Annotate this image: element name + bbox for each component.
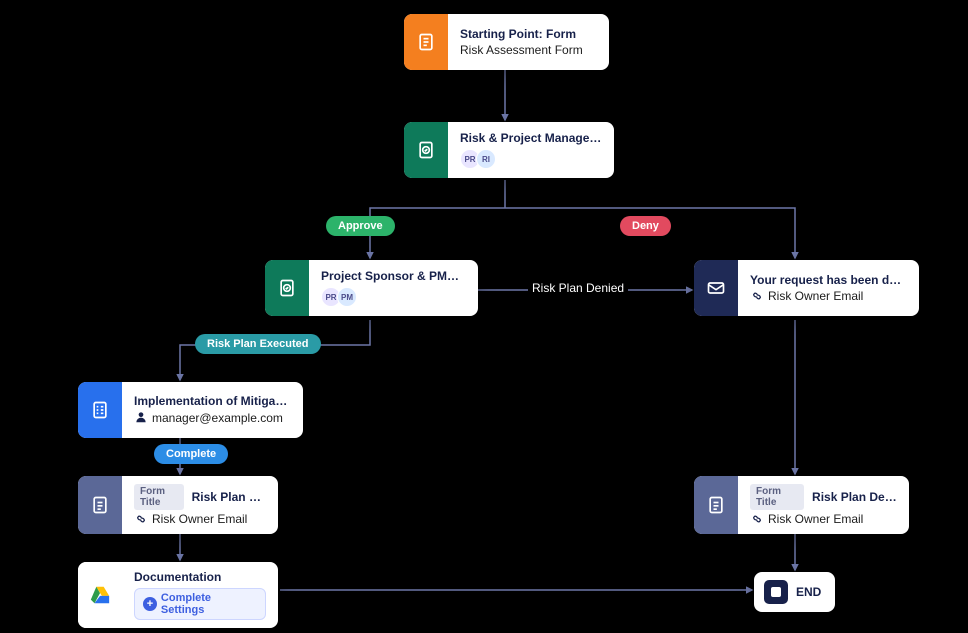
- avatar: PM: [337, 287, 357, 307]
- node-start[interactable]: Starting Point: Form Risk Assessment For…: [404, 14, 609, 70]
- plus-icon: +: [143, 597, 157, 611]
- node-approval-1[interactable]: Risk & Project Manager Appr... PR RI: [404, 122, 614, 178]
- avatar: RI: [476, 149, 496, 169]
- connectors: [0, 0, 968, 633]
- email-icon: [694, 260, 738, 316]
- link-icon: [134, 512, 151, 526]
- node-title: Project Sponsor & PMO Acti...: [321, 269, 466, 283]
- node-title: Documentation: [134, 570, 266, 584]
- assignee-avatars: PR PM: [321, 287, 466, 307]
- end-label: END: [796, 585, 821, 599]
- node-subtitle: Risk Assessment Form: [460, 43, 597, 57]
- node-title: Risk Plan Exec...: [192, 490, 266, 504]
- node-title: Your request has been denied.: [750, 273, 907, 287]
- user-icon: [134, 410, 148, 427]
- node-documentation[interactable]: Documentation + Complete Settings: [78, 562, 278, 628]
- node-approval-2[interactable]: Project Sponsor & PMO Acti... PR PM: [265, 260, 478, 316]
- node-email-denied[interactable]: Your request has been denied. Risk Owner…: [694, 260, 919, 316]
- drive-icon: [78, 562, 122, 628]
- form-icon: [404, 14, 448, 70]
- approval-icon: [265, 260, 309, 316]
- form-title-chip: Form Title: [750, 484, 804, 510]
- node-end[interactable]: END: [754, 572, 835, 612]
- approval-icon: [404, 122, 448, 178]
- assignee-avatars: PR RI: [460, 149, 602, 169]
- node-subtitle: manager@example.com: [134, 410, 291, 427]
- node-title: Risk & Project Manager Appr...: [460, 131, 602, 145]
- node-task-implementation[interactable]: Implementation of Mitigatio... manager@e…: [78, 382, 303, 438]
- node-subtitle: Risk Owner Email: [750, 512, 897, 526]
- edge-complete-pill: Complete: [154, 444, 228, 464]
- complete-settings-button[interactable]: + Complete Settings: [134, 588, 266, 620]
- form-data-icon: [694, 476, 738, 534]
- link-icon: [750, 289, 767, 303]
- node-form-executed[interactable]: Form Title Risk Plan Exec... Risk Owner …: [78, 476, 278, 534]
- edge-executed-pill: Risk Plan Executed: [195, 334, 321, 354]
- stop-icon: [764, 580, 788, 604]
- form-data-icon: [78, 476, 122, 534]
- node-subtitle: Risk Owner Email: [134, 512, 266, 526]
- node-form-denied[interactable]: Form Title Risk Plan Denied Risk Owner E…: [694, 476, 909, 534]
- edge-approve-pill: Approve: [326, 216, 395, 236]
- node-subtitle: Risk Owner Email: [750, 289, 907, 303]
- form-title-chip: Form Title: [134, 484, 184, 510]
- edge-label-plan-denied: Risk Plan Denied: [528, 281, 628, 295]
- task-icon: [78, 382, 122, 438]
- node-title: Risk Plan Denied: [812, 490, 897, 504]
- edge-deny-pill: Deny: [620, 216, 671, 236]
- node-title: Starting Point: Form: [460, 27, 597, 41]
- link-icon: [750, 512, 767, 526]
- node-title: Implementation of Mitigatio...: [134, 394, 291, 408]
